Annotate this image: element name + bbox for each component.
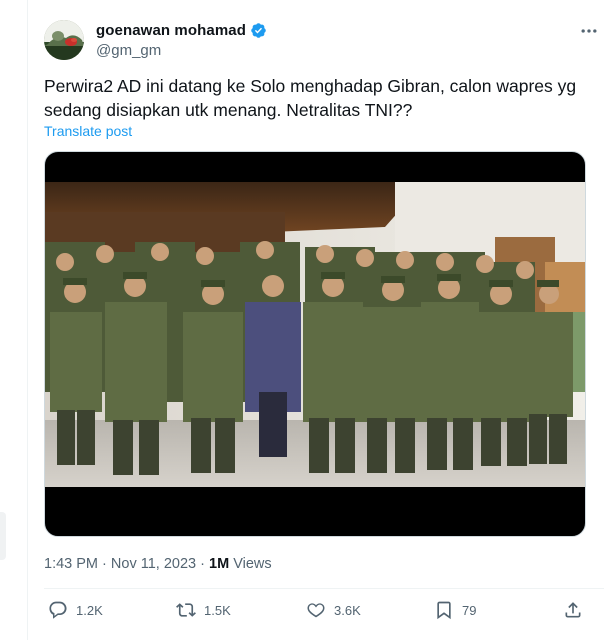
repost-icon — [176, 603, 196, 617]
like-count: 3.6K — [334, 602, 361, 618]
display-name-row: goenawan mohamad — [96, 22, 267, 39]
verified-badge-icon — [250, 22, 267, 39]
action-bar: 1.2K 1.5K 3.6K 79 — [44, 600, 589, 626]
actions-divider — [44, 588, 604, 589]
post-time[interactable]: 1:43 PM — [44, 556, 98, 572]
share-icon — [565, 602, 581, 618]
more-options-button[interactable] — [578, 20, 600, 42]
reply-count: 1.2K — [76, 602, 103, 618]
left-panel-handle — [0, 512, 6, 560]
bookmark-button[interactable]: 79 — [434, 600, 476, 620]
tweet-header: goenawan mohamad @gm_gm — [44, 18, 604, 66]
reply-button[interactable]: 1.2K — [48, 600, 103, 620]
tweet-text: Perwira2 AD ini datang ke Solo menghadap… — [44, 76, 577, 120]
views-label: Views — [233, 556, 272, 572]
reply-icon — [49, 601, 67, 619]
tweet-metadata: 1:43 PM · Nov 11, 2023 · 1M Views — [44, 556, 272, 572]
avatar-image — [44, 20, 84, 60]
share-button[interactable] — [563, 600, 583, 620]
display-name[interactable]: goenawan mohamad — [96, 22, 246, 39]
repost-button[interactable]: 1.5K — [176, 600, 231, 620]
repost-count: 1.5K — [204, 602, 231, 618]
author-handle[interactable]: @gm_gm — [96, 42, 267, 59]
post-date[interactable]: Nov 11, 2023 — [111, 556, 196, 572]
heart-icon — [307, 603, 325, 618]
bookmark-count: 79 — [462, 602, 477, 618]
like-button[interactable]: 3.6K — [306, 600, 361, 620]
views-count: 1M — [209, 556, 230, 572]
translate-post-link[interactable]: Translate post — [44, 123, 132, 139]
more-icon — [581, 29, 597, 33]
meta-separator-2: · — [200, 556, 205, 572]
meta-separator: · — [102, 556, 107, 572]
avatar[interactable] — [44, 20, 84, 60]
video-frame-image — [45, 182, 585, 487]
author-names: goenawan mohamad @gm_gm — [96, 22, 267, 59]
left-panel-edge — [0, 0, 28, 640]
bookmark-icon — [437, 601, 451, 620]
video-player[interactable] — [44, 151, 586, 537]
tweet-card: goenawan mohamad @gm_gm Perwira2 AD ini … — [28, 0, 616, 640]
